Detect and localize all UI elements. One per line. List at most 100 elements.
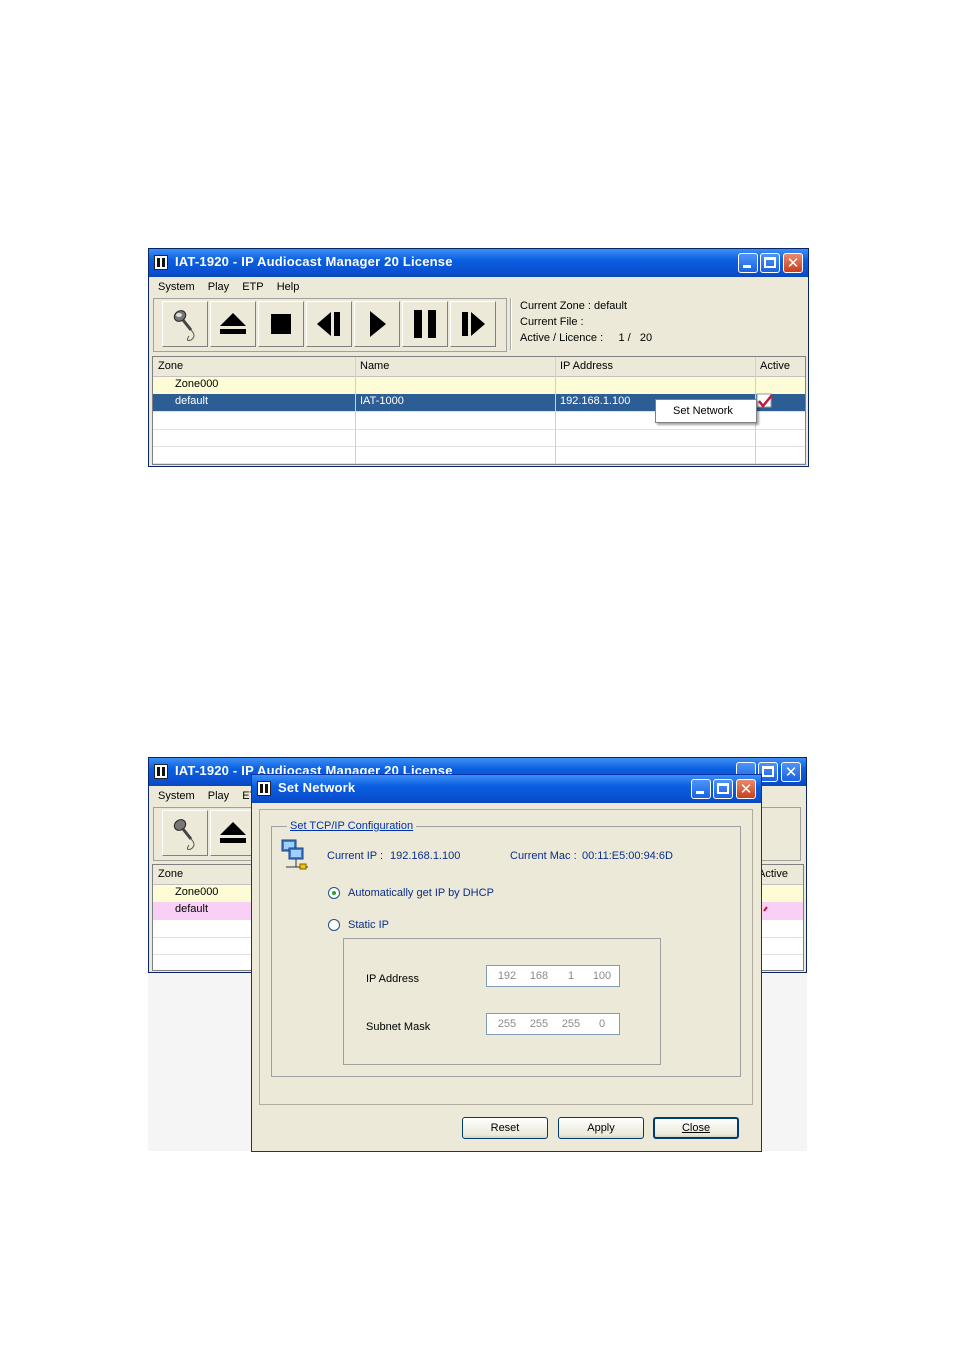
ip-address-field[interactable]: 192 168 1 100 (486, 965, 620, 987)
close-icon: ✕ (786, 254, 800, 272)
table-row[interactable]: Zone000 (153, 377, 805, 395)
subnet-mask-label: Subnet Mask (366, 1021, 431, 1033)
close-icon: ✕ (784, 763, 798, 781)
apply-button[interactable]: Apply (558, 1117, 644, 1139)
ip-address-label: IP Address (366, 973, 419, 985)
microphone-button[interactable] (162, 301, 208, 347)
context-menu-set-network[interactable]: Set Network (673, 405, 733, 417)
menu-play[interactable]: Play (208, 790, 229, 802)
zone-label: Current Zone : (520, 300, 591, 312)
col-active-header[interactable]: Active (760, 360, 790, 372)
table-row (153, 429, 805, 447)
dhcp-radio[interactable] (328, 887, 340, 899)
close-button[interactable]: ✕ (781, 762, 801, 782)
grid-header: Zone Name IP Address Active (153, 357, 805, 377)
app-icon (154, 255, 168, 270)
static-ip-radio[interactable] (328, 919, 340, 931)
app-icon (154, 764, 168, 779)
menu-help[interactable]: Help (277, 281, 300, 293)
menu-system[interactable]: System (158, 281, 195, 293)
ip-octet[interactable]: 100 (590, 970, 614, 982)
col-ip-header[interactable]: IP Address (560, 360, 613, 372)
eject-icon (220, 313, 246, 334)
col-zone-header[interactable]: Zone (158, 360, 183, 372)
static-ip-label[interactable]: Static IP (348, 919, 389, 931)
dialog-title-bar[interactable]: Set Network ✕ (252, 775, 761, 803)
subnet-octet[interactable]: 255 (527, 1018, 551, 1030)
static-ip-group (343, 938, 661, 1065)
menu-bar: System Play ETP Help (152, 277, 805, 297)
row-name-cell: IAT-1000 (360, 395, 404, 407)
minimize-icon (696, 791, 704, 794)
dhcp-label[interactable]: Automatically get IP by DHCP (348, 887, 494, 899)
subnet-mask-field[interactable]: 255 255 255 0 (486, 1013, 620, 1035)
window-title: IAT-1920 - IP Audiocast Manager 20 Licen… (175, 254, 453, 269)
row-zone-cell: default (175, 903, 209, 915)
tcpip-group-title: Set TCP/IP Configuration (287, 820, 417, 832)
play-button[interactable] (354, 301, 400, 347)
col-zone-header: Zone (158, 868, 184, 880)
active-check-icon[interactable] (756, 393, 774, 410)
col-active-header: Active (758, 868, 788, 880)
eject-button[interactable] (210, 301, 256, 347)
current-ip-label: Current IP : (327, 850, 384, 862)
microphone-button[interactable] (162, 810, 208, 856)
next-icon (462, 312, 485, 336)
current-mac-value: 00:11:E5:00:94:6D (582, 850, 673, 862)
eject-button[interactable] (210, 810, 256, 856)
close-icon: ✕ (739, 780, 753, 798)
active-label: Active / Licence : (520, 332, 604, 344)
play-icon (370, 311, 386, 337)
current-mac-label: Current Mac : (510, 850, 577, 862)
maximize-icon (717, 783, 729, 794)
row-ip-cell: 192.168.1.100 (560, 395, 631, 407)
subnet-octet[interactable]: 0 (590, 1018, 614, 1030)
active-check-icon (763, 906, 768, 912)
previous-icon (317, 312, 340, 336)
stop-button[interactable] (258, 301, 304, 347)
pause-button[interactable] (402, 301, 448, 347)
close-button[interactable]: ✕ (783, 253, 803, 273)
menu-etp[interactable]: ETP (242, 281, 263, 293)
table-row (153, 446, 805, 464)
maximize-icon (762, 766, 774, 777)
ip-octet[interactable]: 1 (559, 970, 583, 982)
minimize-button[interactable] (691, 779, 711, 799)
reset-button[interactable]: Reset (462, 1117, 548, 1139)
main-window: IAT-1920 - IP Audiocast Manager 20 Licen… (148, 248, 809, 467)
network-computers-icon (281, 839, 308, 870)
maximize-icon (764, 257, 776, 268)
col-name-header[interactable]: Name (360, 360, 389, 372)
ip-octet[interactable]: 192 (495, 970, 519, 982)
minimize-button[interactable] (738, 253, 758, 273)
ip-octet[interactable]: 168 (527, 970, 551, 982)
pause-icon (414, 310, 436, 338)
subnet-octet[interactable]: 255 (495, 1018, 519, 1030)
next-button[interactable] (450, 301, 496, 347)
context-menu: Set Network (655, 399, 757, 423)
file-label: Current File : (520, 316, 584, 328)
subnet-octet[interactable]: 255 (559, 1018, 583, 1030)
row-zone-cell: Zone000 (175, 378, 219, 390)
maximize-button[interactable] (713, 779, 733, 799)
app-icon (257, 781, 271, 796)
microphone-icon (173, 819, 195, 850)
dialog-title: Set Network (278, 780, 356, 795)
status-panel: Current Zone : default Current File : Ac… (510, 298, 652, 350)
stop-icon (271, 314, 291, 334)
active-value: 1 / 20 (618, 332, 653, 344)
eject-icon (220, 822, 246, 843)
close-dialog-button[interactable]: Close (653, 1117, 739, 1139)
maximize-button[interactable] (760, 253, 780, 273)
microphone-icon (173, 310, 195, 341)
menu-play[interactable]: Play (208, 281, 229, 293)
previous-button[interactable] (306, 301, 352, 347)
menu-system[interactable]: System (158, 790, 195, 802)
title-bar[interactable]: IAT-1920 - IP Audiocast Manager 20 Licen… (149, 249, 808, 277)
zone-value: default (593, 300, 628, 312)
close-button[interactable]: ✕ (736, 779, 756, 799)
row-zone-cell: default (175, 395, 209, 407)
current-ip-value: 192.168.1.100 (390, 850, 461, 862)
row-zone-cell: Zone000 (175, 886, 219, 898)
toolbar (153, 298, 507, 352)
